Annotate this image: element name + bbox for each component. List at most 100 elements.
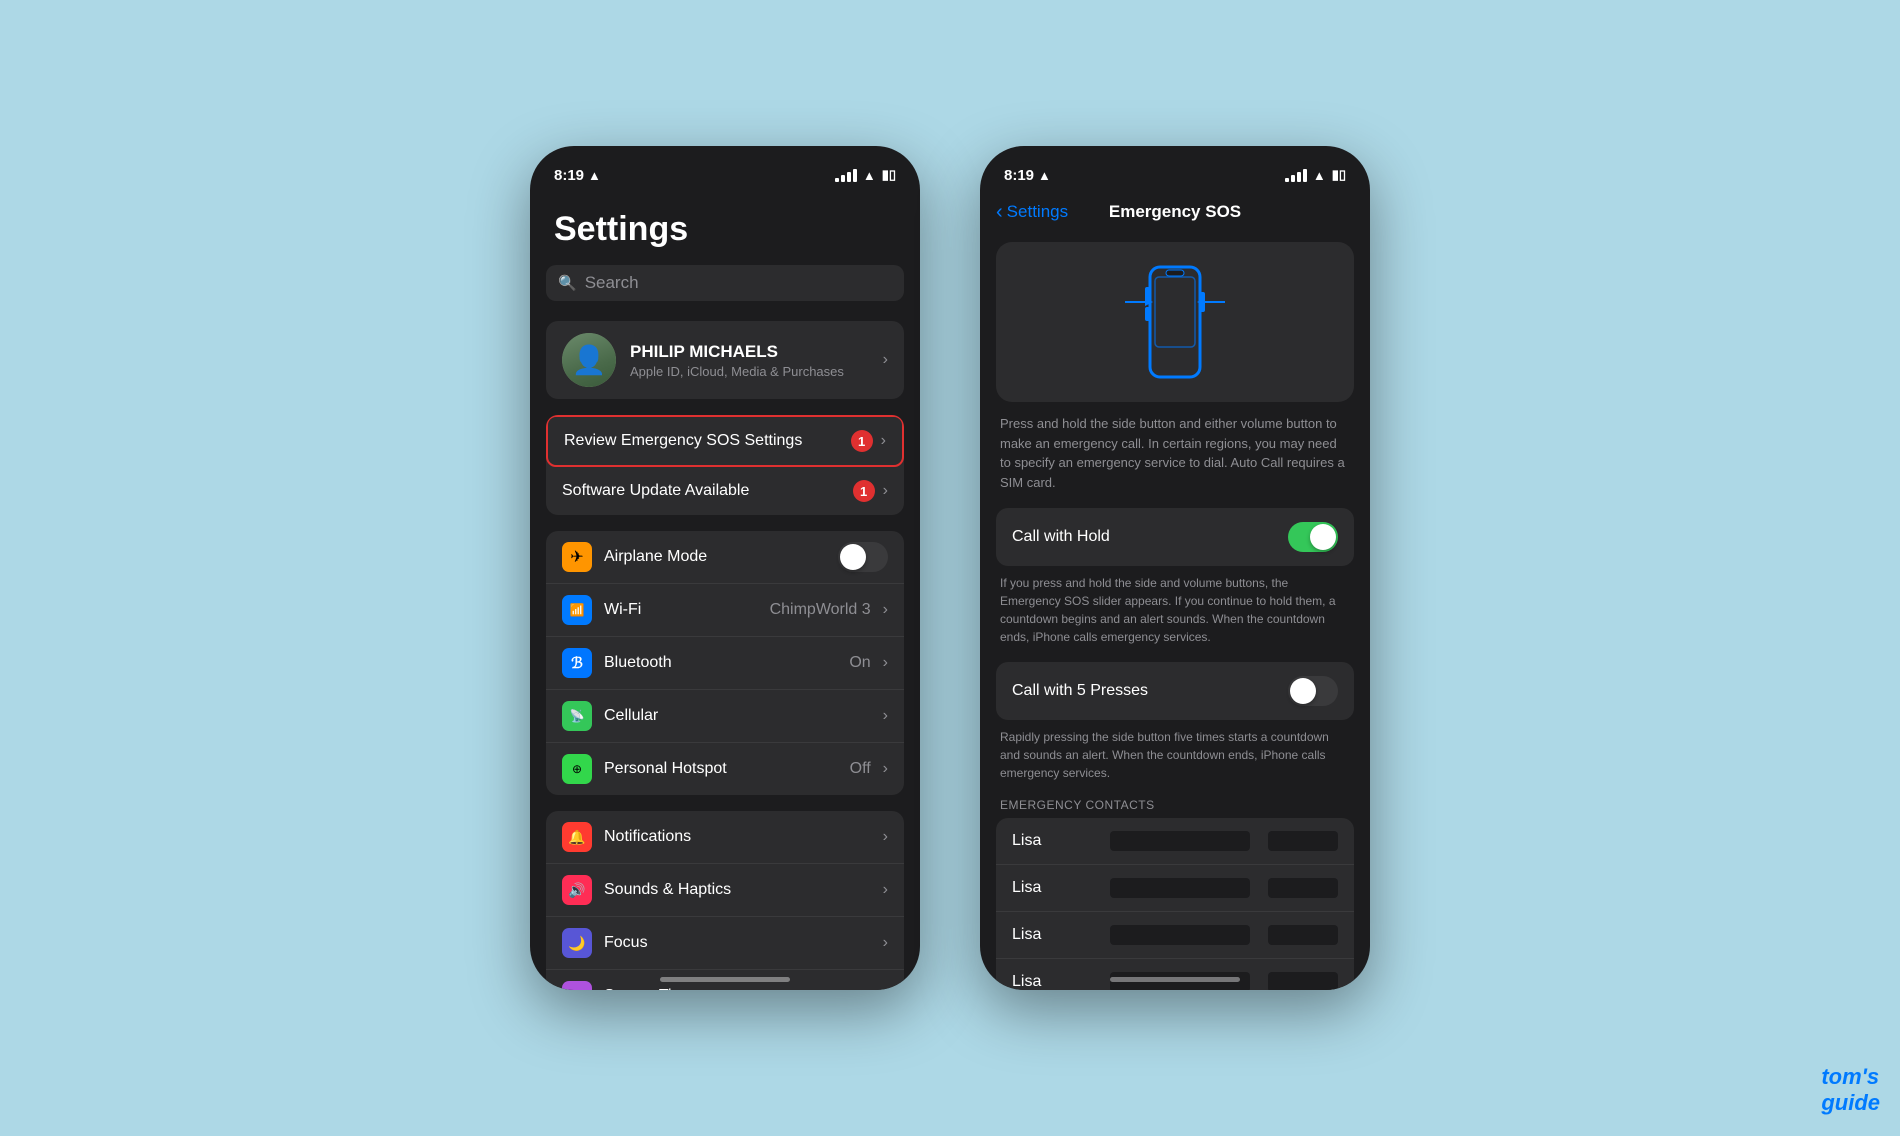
wifi-row[interactable]: 📶 Wi-Fi ChimpWorld 3 › [546, 583, 904, 636]
call-with-hold-toggle[interactable] [1288, 522, 1338, 552]
contact-redacted-1 [1110, 831, 1250, 851]
search-icon: 🔍 [558, 274, 577, 292]
airplane-label: Airplane Mode [604, 548, 826, 566]
focus-chevron: › [883, 934, 888, 952]
call-5-presses-row: Call with 5 Presses [996, 662, 1354, 720]
cellular-chevron: › [883, 707, 888, 725]
contact-redacted-1b [1268, 831, 1338, 851]
contact-redacted-2 [1110, 878, 1250, 898]
contact-row-3[interactable]: Lisa [996, 911, 1354, 958]
status-icons-left: ▲ ▮▯ [835, 167, 896, 183]
sounds-icon: 🔊 [562, 875, 592, 905]
cellular-row[interactable]: 📡 Cellular › [546, 689, 904, 742]
contacts-group: Lisa Lisa Lisa Lisa [996, 818, 1354, 990]
contact-name-2: Lisa [1012, 879, 1098, 897]
phone-illustration [996, 242, 1354, 402]
profile-subtitle: Apple ID, iCloud, Media & Purchases [630, 364, 869, 379]
settings-title: Settings [546, 190, 904, 265]
wifi-icon-right: ▲ [1313, 168, 1326, 183]
focus-row[interactable]: 🌙 Focus › [546, 916, 904, 969]
bluetooth-row[interactable]: ℬ Bluetooth On › [546, 636, 904, 689]
wifi-settings-icon: 📶 [562, 595, 592, 625]
screen-time-icon: ⏱ [562, 981, 592, 990]
battery-icon-right: ▮▯ [1332, 167, 1346, 183]
profile-info: PHILIP MICHAELS Apple ID, iCloud, Media … [630, 342, 869, 379]
time-left: 8:19 [554, 167, 584, 184]
notifications-settings-group: 🔔 Notifications › 🔊 Sounds & Haptics › 🌙… [546, 811, 904, 990]
contact-name-3: Lisa [1012, 926, 1098, 944]
signal-icon-right [1285, 169, 1307, 182]
time-right: 8:19 [1004, 167, 1034, 184]
avatar [562, 333, 616, 387]
sounds-label: Sounds & Haptics [604, 881, 871, 899]
sos-illustration-svg [1110, 257, 1240, 387]
location-icon: ▲ [588, 168, 601, 183]
contact-row-1[interactable]: Lisa [996, 818, 1354, 864]
cellular-label: Cellular [604, 707, 871, 725]
home-indicator-left [660, 977, 790, 982]
review-sos-label: Review Emergency SOS Settings [564, 432, 851, 450]
software-update-row[interactable]: Software Update Available 1 › [546, 467, 904, 515]
call-with-hold-desc: If you press and hold the side and volum… [996, 574, 1354, 646]
sos-scroll: Press and hold the side button and eithe… [980, 234, 1370, 990]
software-update-chevron: › [883, 482, 888, 500]
contact-row-4[interactable]: Lisa [996, 958, 1354, 990]
call-5-presses-desc: Rapidly pressing the side button five ti… [996, 728, 1354, 782]
sos-main-description: Press and hold the side button and eithe… [996, 414, 1354, 492]
home-indicator-right [1110, 977, 1240, 982]
battery-icon: ▮▯ [882, 167, 896, 183]
review-sos-chevron: › [881, 432, 886, 450]
contact-redacted-3 [1110, 925, 1250, 945]
back-label: Settings [1007, 202, 1068, 222]
wifi-label: Wi-Fi [604, 601, 758, 619]
status-icons-right: ▲ ▮▯ [1285, 167, 1346, 183]
connectivity-group: ✈ Airplane Mode 📶 Wi-Fi ChimpWorld 3 › ℬ… [546, 531, 904, 795]
contact-row-2[interactable]: Lisa [996, 864, 1354, 911]
status-time-right: 8:19 ▲ [1004, 167, 1051, 184]
contact-name-4: Lisa [1012, 973, 1098, 990]
software-update-badge: 1 [853, 480, 875, 502]
bluetooth-label: Bluetooth [604, 654, 837, 672]
emergency-contacts-label: EMERGENCY CONTACTS [996, 798, 1354, 812]
cellular-icon: 📡 [562, 701, 592, 731]
left-status-bar: 8:19 ▲ ▲ ▮▯ [530, 146, 920, 190]
search-bar[interactable]: 🔍 Search [546, 265, 904, 301]
right-status-bar: 8:19 ▲ ▲ ▮▯ [980, 146, 1370, 190]
nav-bar: ‹ Settings Emergency SOS [980, 190, 1370, 234]
wifi-chevron: › [883, 601, 888, 619]
right-phone: 8:19 ▲ ▲ ▮▯ ‹ Settings Emergency SOS [980, 146, 1370, 990]
back-chevron-icon: ‹ [996, 201, 1003, 224]
sounds-chevron: › [883, 881, 888, 899]
nav-title: Emergency SOS [1109, 202, 1241, 222]
hotspot-icon: ⊕ [562, 754, 592, 784]
contact-redacted-3b [1268, 925, 1338, 945]
notifications-row[interactable]: 🔔 Notifications › [546, 811, 904, 863]
software-update-label: Software Update Available [562, 482, 853, 500]
hotspot-label: Personal Hotspot [604, 760, 838, 778]
call-with-hold-row: Call with Hold [996, 508, 1354, 566]
settings-content: Settings 🔍 Search PHILIP MICHAELS Apple … [530, 190, 920, 990]
bluetooth-chevron: › [883, 654, 888, 672]
profile-row[interactable]: PHILIP MICHAELS Apple ID, iCloud, Media … [546, 321, 904, 399]
call-5-presses-toggle[interactable] [1288, 676, 1338, 706]
toms-guide-line2: guide [1821, 1090, 1880, 1116]
hotspot-value: Off [850, 760, 871, 778]
hotspot-row[interactable]: ⊕ Personal Hotspot Off › [546, 742, 904, 795]
back-button[interactable]: ‹ Settings [996, 201, 1068, 224]
toms-guide-watermark: tom's guide [1821, 1064, 1880, 1116]
airplane-mode-row[interactable]: ✈ Airplane Mode [546, 531, 904, 583]
sounds-row[interactable]: 🔊 Sounds & Haptics › [546, 863, 904, 916]
airplane-toggle[interactable] [838, 542, 888, 572]
notifications-label: Notifications [604, 828, 871, 846]
hotspot-chevron: › [883, 760, 888, 778]
review-sos-badge: 1 [851, 430, 873, 452]
search-placeholder: Search [585, 273, 639, 293]
sos-content: ‹ Settings Emergency SOS [980, 190, 1370, 990]
status-time-left: 8:19 ▲ [554, 167, 601, 184]
bluetooth-icon: ℬ [562, 648, 592, 678]
review-sos-row[interactable]: Review Emergency SOS Settings 1 › [546, 415, 904, 467]
bluetooth-value: On [849, 654, 870, 672]
notification-group: Review Emergency SOS Settings 1 › Softwa… [546, 415, 904, 515]
location-icon-right: ▲ [1038, 168, 1051, 183]
notifications-icon: 🔔 [562, 822, 592, 852]
